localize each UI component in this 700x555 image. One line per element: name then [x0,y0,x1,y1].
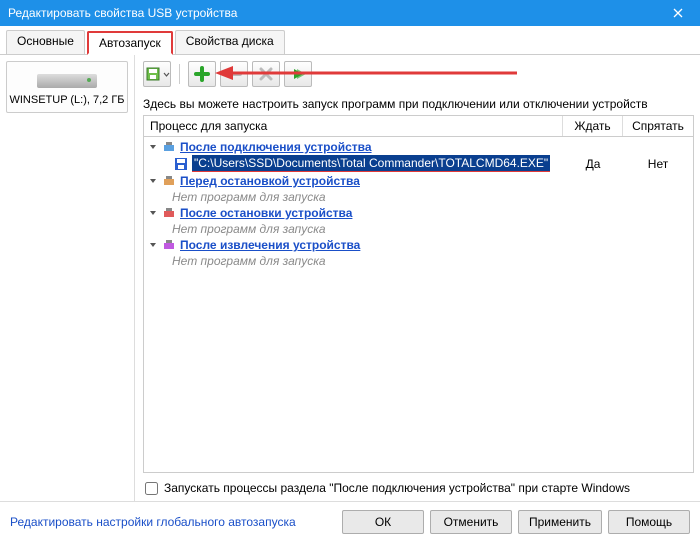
chevron-down-icon [148,142,158,152]
process-item-selected[interactable]: "C:\Users\SSD\Documents\Total Commander\… [144,155,693,173]
tab-bar: Основные Автозапуск Свойства диска [0,26,700,55]
no-programs: Нет программ для запуска [144,221,693,237]
chevron-down-icon [148,176,158,186]
close-icon [673,8,683,18]
section-before-stop[interactable]: Перед остановкой устройства [144,173,693,189]
description: Здесь вы можете настроить запуск програм… [143,97,694,111]
ok-button[interactable]: ОК [342,510,424,534]
separator [179,64,180,84]
process-path: "C:\Users\SSD\Documents\Total Commander\… [192,155,550,171]
tab-autostart[interactable]: Автозапуск [87,31,173,55]
footer-buttons: ОК Отменить Применить Помощь [342,510,690,534]
section-label: Перед остановкой устройства [180,174,360,188]
plus-icon [194,66,210,82]
save-dropdown-button[interactable] [143,61,171,87]
tree-header: Процесс для запуска Ждать Спрятать [143,115,694,137]
tab-main[interactable]: Основные [6,30,85,54]
x-icon [259,67,273,81]
start-on-windows-row: Запускать процессы раздела "После подклю… [143,473,694,497]
usb-stop-icon [162,174,176,188]
drive-card[interactable]: WINSETUP (L:), 7,2 ГБ [6,61,128,113]
titlebar: Редактировать свойства USB устройства [0,0,700,26]
play-icon [291,67,305,81]
apply-button[interactable]: Применить [518,510,602,534]
col-hide[interactable]: Спрятать [623,116,693,136]
col-wait[interactable]: Ждать [563,116,623,136]
col-process[interactable]: Процесс для запуска [144,116,563,136]
tab-disk-props[interactable]: Свойства диска [175,30,285,54]
drive-label: WINSETUP (L:), 7,2 ГБ [9,94,125,106]
global-autostart-link[interactable]: Редактировать настройки глобального авто… [10,515,296,529]
start-on-windows-label: Запускать процессы раздела "После подклю… [164,481,630,495]
cancel-button[interactable]: Отменить [430,510,512,534]
chevron-down-icon [163,71,170,78]
section-after-connect[interactable]: После подключения устройства [144,139,693,155]
device-list: WINSETUP (L:), 7,2 ГБ [0,55,135,501]
section-after-stop[interactable]: После остановки устройства [144,205,693,221]
footer: Редактировать настройки глобального авто… [0,501,700,542]
section-label: После остановки устройства [180,206,352,220]
section-label: После подключения устройства [180,140,372,154]
window-title: Редактировать свойства USB устройства [8,6,237,20]
usb-eject-icon [162,238,176,252]
toolbar [143,59,694,93]
save-icon [145,66,161,82]
section-label: После извлечения устройства [180,238,360,252]
minus-icon [226,66,242,82]
start-on-windows-checkbox[interactable] [145,482,158,495]
hide-value: Нет [623,157,693,171]
usb-drive-icon [37,74,97,88]
close-button[interactable] [655,0,700,26]
body: WINSETUP (L:), 7,2 ГБ [0,55,700,501]
usb-afterstop-icon [162,206,176,220]
chevron-down-icon [148,240,158,250]
autostart-panel: Здесь вы можете настроить запуск програм… [135,55,700,501]
no-programs: Нет программ для запуска [144,189,693,205]
remove-button[interactable] [220,61,248,87]
floppy-icon [174,157,188,171]
wait-value: Да [563,157,623,171]
chevron-down-icon [148,208,158,218]
usb-connect-icon [162,140,176,154]
tree-body: После подключения устройства "C:\Users\S… [143,137,694,473]
delete-button[interactable] [252,61,280,87]
help-button[interactable]: Помощь [608,510,690,534]
section-after-eject[interactable]: После извлечения устройства [144,237,693,253]
run-button[interactable] [284,61,312,87]
no-programs: Нет программ для запуска [144,253,693,269]
add-button[interactable] [188,61,216,87]
